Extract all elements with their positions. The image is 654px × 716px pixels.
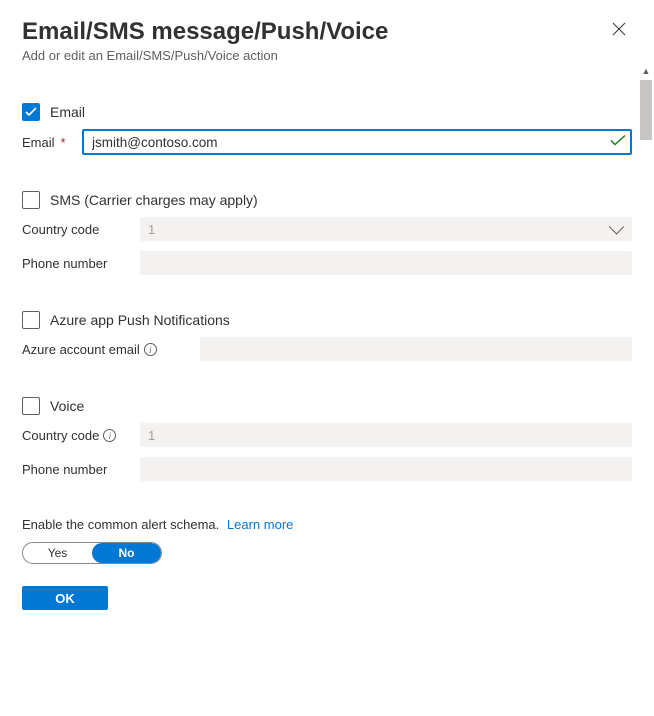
voice-checkbox[interactable] [22, 397, 40, 415]
close-icon[interactable] [612, 22, 626, 39]
sms-country-code-label: Country code [22, 222, 140, 237]
required-star: * [61, 135, 66, 150]
email-input[interactable] [82, 129, 632, 155]
alert-schema-row: Enable the common alert schema. Learn mo… [22, 517, 632, 532]
checkmark-icon [610, 135, 626, 150]
email-field-label: Email * [22, 135, 82, 150]
email-checkbox[interactable] [22, 103, 40, 121]
voice-phone-input[interactable] [140, 457, 632, 481]
voice-country-code-label: Country code i [22, 428, 140, 443]
voice-section: Voice Country code i 1 Phone number [22, 397, 632, 481]
alert-schema-toggle[interactable]: Yes No [22, 542, 162, 564]
voice-checkbox-label: Voice [50, 398, 84, 414]
push-section: Azure app Push Notifications Azure accou… [22, 311, 632, 361]
email-checkbox-label: Email [50, 104, 85, 120]
push-account-label: Azure account email i [22, 342, 200, 357]
push-checkbox-label: Azure app Push Notifications [50, 312, 230, 328]
alert-schema-text: Enable the common alert schema. [22, 517, 219, 532]
sms-phone-input[interactable] [140, 251, 632, 275]
info-icon[interactable]: i [144, 343, 157, 356]
sms-phone-label: Phone number [22, 256, 140, 271]
page-subtitle: Add or edit an Email/SMS/Push/Voice acti… [22, 48, 632, 63]
sms-checkbox-label: SMS (Carrier charges may apply) [50, 192, 258, 208]
push-account-input[interactable] [200, 337, 632, 361]
toggle-yes[interactable]: Yes [23, 543, 92, 563]
info-icon[interactable]: i [103, 429, 116, 442]
scroll-up-icon[interactable]: ▲ [638, 66, 654, 76]
sms-country-code-select[interactable]: 1 [140, 217, 632, 241]
learn-more-link[interactable]: Learn more [227, 517, 293, 532]
email-section: Email Email * [22, 103, 632, 155]
ok-button[interactable]: OK [22, 586, 108, 610]
scrollbar-thumb[interactable] [640, 80, 652, 140]
voice-phone-label: Phone number [22, 462, 140, 477]
toggle-no[interactable]: No [92, 543, 161, 563]
voice-country-code-input[interactable]: 1 [140, 423, 632, 447]
page-title: Email/SMS message/Push/Voice [22, 18, 632, 46]
push-checkbox[interactable] [22, 311, 40, 329]
sms-section: SMS (Carrier charges may apply) Country … [22, 191, 632, 275]
sms-checkbox[interactable] [22, 191, 40, 209]
scrollbar[interactable]: ▲ [638, 80, 654, 716]
